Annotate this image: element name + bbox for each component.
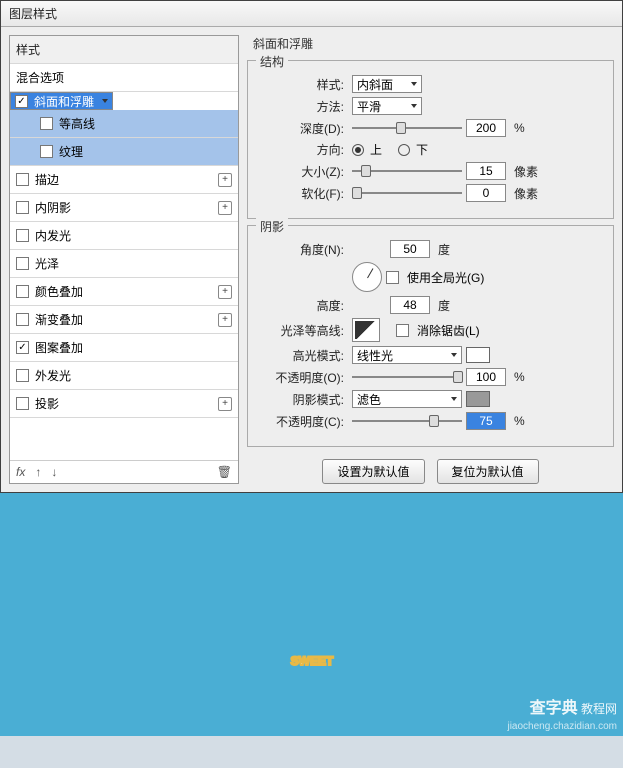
- global-light-checkbox[interactable]: [386, 271, 399, 284]
- sidebar-item-texture[interactable]: 纹理: [10, 138, 238, 166]
- sidebar-item-stroke[interactable]: 描边+: [10, 166, 238, 194]
- highlight-mode-label: 高光模式:: [258, 347, 348, 364]
- sidebar-item-patternoverlay[interactable]: 图案叠加: [10, 334, 238, 362]
- sidebar-item-contour[interactable]: 等高线: [10, 110, 238, 138]
- soften-input[interactable]: 0: [466, 184, 506, 202]
- direction-up-radio[interactable]: [352, 144, 364, 156]
- preview-canvas: SWEET 查字典 教程网 jiaocheng.chazidian.com: [0, 493, 623, 736]
- soften-unit: 像素: [514, 185, 538, 202]
- altitude-label: 高度:: [258, 297, 348, 314]
- altitude-input[interactable]: 48: [390, 296, 430, 314]
- plus-icon[interactable]: +: [218, 173, 232, 187]
- sidebar-item-innershadow[interactable]: 内阴影+: [10, 194, 238, 222]
- make-default-button[interactable]: 设置为默认值: [322, 459, 424, 484]
- shadow-color-swatch[interactable]: [466, 391, 490, 407]
- highlight-opacity-input[interactable]: 100: [466, 368, 506, 386]
- svg-text:SWEET: SWEET: [290, 654, 333, 668]
- sidebar-footer: fx ↑ ↓ 🗑: [10, 460, 238, 483]
- depth-unit: %: [514, 121, 525, 135]
- checkbox-icon[interactable]: [16, 229, 29, 242]
- soften-slider[interactable]: [352, 186, 462, 200]
- sidebar-item-innerglow[interactable]: 内发光: [10, 222, 238, 250]
- plus-icon[interactable]: +: [218, 313, 232, 327]
- sidebar-item-bevel[interactable]: 斜面和浮雕: [10, 92, 113, 110]
- size-input[interactable]: 15: [466, 162, 506, 180]
- arrow-up-icon[interactable]: ↑: [35, 465, 41, 479]
- plus-icon[interactable]: +: [218, 397, 232, 411]
- checkbox-icon[interactable]: [16, 201, 29, 214]
- style-label: 样式:: [258, 76, 348, 93]
- angle-input[interactable]: 50: [390, 240, 430, 258]
- settings-panel: 斜面和浮雕 结构 样式:内斜面 方法:平滑 深度(D):200% 方向:上下 大…: [247, 35, 614, 484]
- direction-label: 方向:: [258, 141, 348, 158]
- shadow-opacity-label: 不透明度(C):: [258, 413, 348, 430]
- sidebar-blend-options[interactable]: 混合选项: [10, 64, 238, 92]
- sidebar-header[interactable]: 样式: [10, 36, 238, 64]
- soften-label: 软化(F):: [258, 185, 348, 202]
- shadow-opacity-input[interactable]: 75: [466, 412, 506, 430]
- shading-title: 阴影: [256, 218, 288, 235]
- reset-default-button[interactable]: 复位为默认值: [437, 459, 539, 484]
- angle-dial[interactable]: [352, 262, 382, 292]
- antialias-checkbox[interactable]: [396, 324, 409, 337]
- checkbox-icon[interactable]: [15, 95, 28, 108]
- sidebar-item-satin[interactable]: 光泽: [10, 250, 238, 278]
- gloss-contour-picker[interactable]: [352, 318, 380, 342]
- watermark: 查字典 教程网 jiaocheng.chazidian.com: [507, 694, 617, 732]
- size-label: 大小(Z):: [258, 163, 348, 180]
- highlight-opacity-label: 不透明度(O):: [258, 369, 348, 386]
- trash-icon[interactable]: 🗑: [217, 465, 232, 479]
- sidebar-item-coloroverlay[interactable]: 颜色叠加+: [10, 278, 238, 306]
- checkbox-icon[interactable]: [16, 173, 29, 186]
- plus-icon[interactable]: +: [218, 285, 232, 299]
- style-select[interactable]: 内斜面: [352, 75, 422, 93]
- depth-input[interactable]: 200: [466, 119, 506, 137]
- sidebar-item-dropshadow[interactable]: 投影+: [10, 390, 238, 418]
- fx-icon[interactable]: fx: [16, 465, 25, 479]
- highlight-opacity-slider[interactable]: [352, 370, 462, 384]
- checkbox-icon[interactable]: [40, 117, 53, 130]
- styles-sidebar: 样式 混合选项 斜面和浮雕 等高线 纹理 描边+ 内阴影+ 内发光 光泽 颜色叠…: [9, 35, 239, 484]
- arrow-down-icon[interactable]: ↓: [51, 465, 57, 479]
- checkbox-icon[interactable]: [16, 285, 29, 298]
- highlight-mode-select[interactable]: 线性光: [352, 346, 462, 364]
- size-unit: 像素: [514, 163, 538, 180]
- checkbox-icon[interactable]: [16, 313, 29, 326]
- sidebar-item-outerglow[interactable]: 外发光: [10, 362, 238, 390]
- dialog-title: 图层样式: [1, 1, 622, 27]
- layer-style-dialog: 图层样式 样式 混合选项 斜面和浮雕 等高线 纹理 描边+ 内阴影+ 内发光 光…: [0, 0, 623, 493]
- checkbox-icon[interactable]: [16, 257, 29, 270]
- shadow-mode-label: 阴影模式:: [258, 391, 348, 408]
- method-label: 方法:: [258, 98, 348, 115]
- structure-title: 结构: [256, 53, 288, 70]
- sidebar-item-gradientoverlay[interactable]: 渐变叠加+: [10, 306, 238, 334]
- sweet-text-graphic: SWEET: [12, 525, 612, 705]
- shadow-opacity-slider[interactable]: [352, 414, 462, 428]
- gloss-label: 光泽等高线:: [258, 322, 348, 339]
- direction-down-radio[interactable]: [398, 144, 410, 156]
- plus-icon[interactable]: +: [218, 201, 232, 215]
- shadow-mode-select[interactable]: 滤色: [352, 390, 462, 408]
- structure-group: 结构 样式:内斜面 方法:平滑 深度(D):200% 方向:上下 大小(Z):1…: [247, 60, 614, 219]
- highlight-color-swatch[interactable]: [466, 347, 490, 363]
- method-select[interactable]: 平滑: [352, 97, 422, 115]
- checkbox-icon[interactable]: [16, 397, 29, 410]
- checkbox-icon[interactable]: [16, 341, 29, 354]
- angle-label: 角度(N):: [258, 241, 348, 258]
- default-buttons: 设置为默认值 复位为默认值: [247, 459, 614, 484]
- checkbox-icon[interactable]: [40, 145, 53, 158]
- checkbox-icon[interactable]: [16, 369, 29, 382]
- size-slider[interactable]: [352, 164, 462, 178]
- depth-label: 深度(D):: [258, 120, 348, 137]
- shading-group: 阴影 角度(N):50度 使用全局光(G) 高度:48度 光泽等高线:消除锯齿(…: [247, 225, 614, 447]
- depth-slider[interactable]: [352, 121, 462, 135]
- panel-title: 斜面和浮雕: [247, 35, 614, 54]
